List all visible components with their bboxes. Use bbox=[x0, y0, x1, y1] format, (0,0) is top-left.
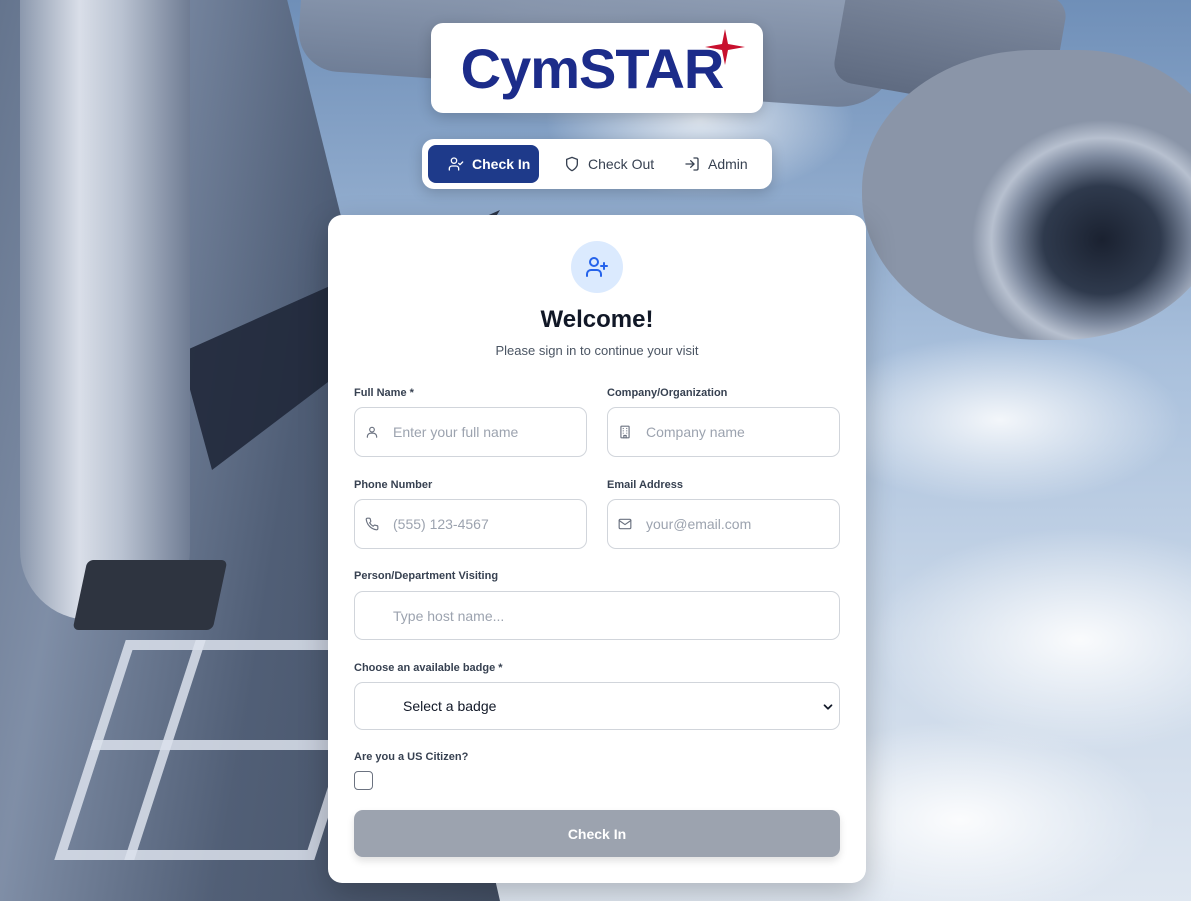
tab-check-out[interactable]: Check Out bbox=[560, 145, 660, 183]
email-field bbox=[607, 499, 840, 549]
refueling-boom-tip bbox=[72, 560, 228, 630]
badge-label: Choose an available badge * bbox=[354, 662, 503, 674]
full-name-field bbox=[354, 407, 587, 457]
check-in-button[interactable]: Check In bbox=[354, 810, 840, 857]
chevron-down-icon bbox=[823, 704, 833, 710]
tab-label: Check Out bbox=[588, 156, 655, 172]
company-label: Company/Organization bbox=[607, 387, 728, 399]
shield-icon bbox=[566, 156, 578, 172]
email-label: Email Address bbox=[607, 479, 684, 491]
citizen-checkbox[interactable] bbox=[354, 771, 373, 790]
avatar bbox=[571, 241, 623, 293]
tab-check-in[interactable]: Check In bbox=[428, 145, 539, 183]
mail-icon bbox=[618, 517, 632, 531]
citizen-label: Are you a US Citizen? bbox=[354, 751, 469, 763]
host-label: Person/Department Visiting bbox=[354, 570, 499, 582]
phone-icon bbox=[365, 517, 379, 531]
page-subtitle: Please sign in to continue your visit bbox=[495, 343, 699, 358]
refueling-boom bbox=[20, 0, 190, 620]
badge-select-value: Select a badge bbox=[403, 698, 497, 714]
tab-admin[interactable]: Admin bbox=[680, 145, 760, 183]
logo-star-icon bbox=[705, 29, 745, 65]
tab-label: Check In bbox=[472, 156, 531, 172]
user-check-icon bbox=[448, 157, 464, 171]
check-in-card: Welcome! Please sign in to continue your… bbox=[328, 215, 866, 883]
email-input[interactable] bbox=[608, 500, 839, 548]
company-field bbox=[607, 407, 840, 457]
user-icon bbox=[365, 425, 379, 439]
company-input[interactable] bbox=[608, 408, 839, 456]
log-in-icon bbox=[685, 157, 699, 171]
page-title: Welcome! bbox=[540, 306, 654, 333]
logo-text: CymSTAR bbox=[460, 37, 725, 100]
phone-field bbox=[354, 499, 587, 549]
host-input[interactable] bbox=[355, 592, 839, 639]
user-plus-icon bbox=[586, 257, 608, 277]
full-name-label: Full Name * bbox=[354, 387, 414, 399]
full-name-input[interactable] bbox=[355, 408, 586, 456]
phone-label: Phone Number bbox=[354, 479, 433, 491]
host-field bbox=[354, 591, 840, 640]
phone-input[interactable] bbox=[355, 500, 586, 548]
badge-select[interactable]: Select a badge bbox=[354, 682, 840, 730]
nav-tabs: Check In Check Out Admin bbox=[422, 139, 772, 189]
tab-label: Admin bbox=[708, 156, 748, 172]
building-icon bbox=[618, 425, 632, 439]
